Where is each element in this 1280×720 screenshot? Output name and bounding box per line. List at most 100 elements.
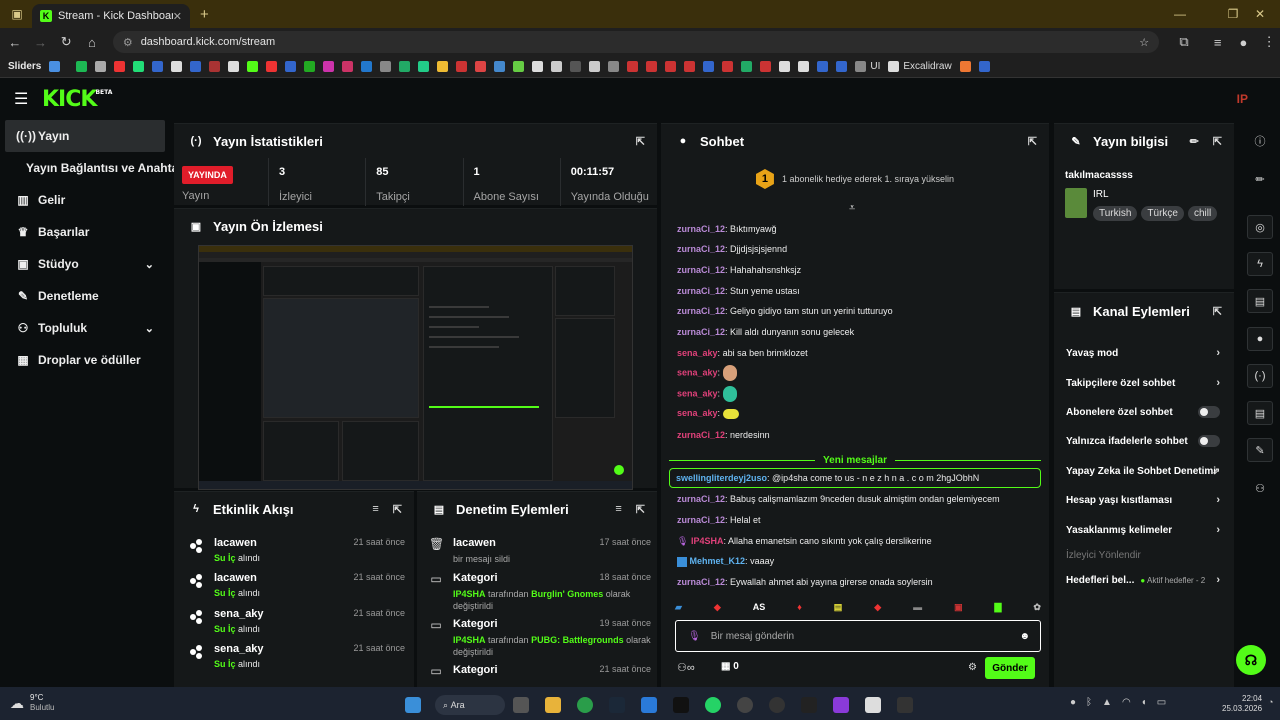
chat-username[interactable]: zurnaCi_12 <box>677 494 725 504</box>
bookmark-icon[interactable] <box>551 61 563 72</box>
bookmark-icon[interactable] <box>836 61 848 72</box>
bookmark-icon[interactable] <box>437 61 449 72</box>
chat-username[interactable]: zurnaCi_12 <box>677 577 725 587</box>
steam-icon[interactable] <box>609 697 625 713</box>
chat-username[interactable]: zurnaCi_12 <box>677 244 725 254</box>
taskbar-search[interactable]: ⌕ Ara <box>435 695 505 715</box>
file-explorer-icon[interactable] <box>545 697 561 713</box>
chat-username[interactable]: zurnaCi_12 <box>677 306 725 316</box>
chatgpt-icon[interactable] <box>737 697 753 713</box>
community-points-icon[interactable]: ⚇∞ <box>677 661 695 674</box>
media-icon[interactable]: ≡ <box>1207 35 1229 50</box>
bookmark-icon[interactable] <box>285 61 297 72</box>
chat-username[interactable]: IP4SHA <box>691 536 724 546</box>
bookmark-icon[interactable] <box>741 61 753 72</box>
vscode-icon[interactable] <box>641 697 657 713</box>
bookmark-icon[interactable] <box>779 61 791 72</box>
banned-words-row[interactable]: Yasaklanmış kelimeler › <box>1066 520 1220 540</box>
bookmark-icon[interactable] <box>608 61 620 72</box>
bookmark-icon[interactable] <box>114 61 126 72</box>
bookmark-icon[interactable] <box>380 61 392 72</box>
age-restriction-row[interactable]: Hesap yaşı kısıtlaması › <box>1066 490 1220 510</box>
bookmark-icon[interactable] <box>978 61 990 72</box>
support-button[interactable]: ☊ <box>1236 645 1266 675</box>
chat-username[interactable]: sena_aky <box>677 348 718 358</box>
popout-icon[interactable]: ⇱ <box>636 503 645 516</box>
popout-icon[interactable]: ⇱ <box>636 135 645 148</box>
browser-tab[interactable]: K Stream - Kick Dashboard ✕ <box>32 4 190 28</box>
emote-icon[interactable]: ♦ <box>797 602 802 612</box>
chat-username[interactable]: zurnaCi_12 <box>677 430 725 440</box>
tray-icon[interactable]: ᛒ <box>1086 697 1092 708</box>
info-icon[interactable]: ⓘ <box>1247 129 1273 153</box>
chat-username[interactable]: sena_aky <box>677 367 718 377</box>
bookmark-icon[interactable] <box>209 61 221 72</box>
popout-icon[interactable]: ⇱ <box>1213 305 1222 318</box>
linkedin-icon[interactable] <box>361 61 373 72</box>
excalidraw-icon[interactable] <box>888 61 900 72</box>
app-icon[interactable] <box>769 697 785 713</box>
clock[interactable]: 22:04 25.03.2026 <box>1222 694 1262 714</box>
user-avatar[interactable]: IP <box>1237 92 1248 106</box>
battery-icon[interactable]: ▭ <box>1157 697 1166 708</box>
app-icon[interactable] <box>673 697 689 713</box>
chat-username[interactable]: zurnaCi_12 <box>677 327 725 337</box>
emote-icon[interactable]: ◆ <box>714 602 721 613</box>
tab-actions-icon[interactable]: ▣ <box>6 5 28 23</box>
bookmark-star-icon[interactable]: ☆ <box>1139 36 1149 49</box>
bookmark-icon[interactable] <box>190 61 202 72</box>
wrench-icon[interactable]: ✎ <box>1247 438 1273 462</box>
apps-grid-icon[interactable] <box>49 61 61 72</box>
sidebar-item-denetleme[interactable]: ✎ Denetleme <box>0 280 170 312</box>
edit-icon[interactable]: ✏ <box>1247 167 1273 191</box>
back-icon[interactable]: ← <box>4 35 26 50</box>
bookmark-icon[interactable] <box>475 61 487 72</box>
chat-username[interactable]: Mehmet_K12 <box>690 556 746 566</box>
folder-icon[interactable] <box>855 61 867 72</box>
bookmark-icon[interactable] <box>798 61 810 72</box>
camera-icon[interactable]: ◎ <box>1247 215 1273 239</box>
bookmark-icon[interactable] <box>722 61 734 72</box>
bookmark-icon[interactable] <box>959 61 971 72</box>
send-button[interactable]: Gönder <box>985 657 1035 679</box>
points-counter[interactable]: ▦ 0 <box>721 661 739 672</box>
emote-icon[interactable]: ◆ <box>874 602 881 613</box>
actions-icon[interactable]: ▤ <box>1247 401 1273 425</box>
bookmark-icon[interactable] <box>532 61 544 72</box>
bookmark-icon[interactable] <box>627 61 639 72</box>
edit-icon[interactable]: ✏ <box>1190 135 1199 148</box>
instagram-icon[interactable] <box>323 61 335 72</box>
bookmark-icon[interactable] <box>646 61 658 72</box>
tray-icon[interactable]: ● <box>1070 697 1076 708</box>
sidebar-item-yayin[interactable]: ((·)) Yayın <box>5 120 165 152</box>
emote-icon[interactable]: ▤ <box>834 602 843 613</box>
browser-menu-icon[interactable]: ⋮ <box>1258 34 1280 50</box>
url-field[interactable]: ⚙ dashboard.kick.com/stream ☆ <box>112 31 1160 53</box>
chrome-icon[interactable] <box>577 697 593 713</box>
stream-preview-video[interactable] <box>198 245 633 490</box>
menu-icon[interactable]: ☰ <box>14 89 28 109</box>
ai-moderation-row[interactable]: Yapay Zeka ile Sohbet Denetimi ⇗ <box>1066 461 1220 481</box>
bookmark-icon[interactable] <box>95 61 107 72</box>
notifications-icon[interactable]: ◔ <box>1268 697 1273 707</box>
youtube-icon[interactable] <box>266 61 278 72</box>
chat-icon[interactable]: ● <box>1247 327 1273 351</box>
followers-only-row[interactable]: Takipçilere özel sohbet › <box>1066 373 1220 393</box>
lightning-icon[interactable]: ϟ <box>1247 252 1273 276</box>
sidebar-item-gelir[interactable]: ▥ Gelir <box>0 184 170 216</box>
bookmark-icon[interactable] <box>570 61 582 72</box>
bookmark-icon[interactable] <box>684 61 696 72</box>
chat-settings-icon[interactable]: ⚙ <box>968 662 977 673</box>
sidebar-item-droplar[interactable]: ▦ Droplar ve ödüller <box>0 344 170 376</box>
bookmark-icon[interactable] <box>665 61 677 72</box>
bookmark-icon[interactable] <box>494 61 506 72</box>
sidebar-item-basarilar[interactable]: ♛ Başarılar <box>0 216 170 248</box>
emote-icon[interactable]: AS <box>753 602 766 612</box>
bookmark-icon[interactable] <box>171 61 183 72</box>
home-icon[interactable]: ⌂ <box>81 35 103 50</box>
sidebar-item-topluluk[interactable]: ⚇ Topluluk ⌄ <box>0 312 170 344</box>
profile-avatar[interactable]: ● <box>1233 35 1255 50</box>
whatsapp-icon[interactable] <box>304 61 316 72</box>
gift-goal-banner[interactable]: 1 1 abonelik hediye ederek 1. sıraya yük… <box>661 158 1049 200</box>
popout-icon[interactable]: ⇱ <box>1213 135 1222 148</box>
